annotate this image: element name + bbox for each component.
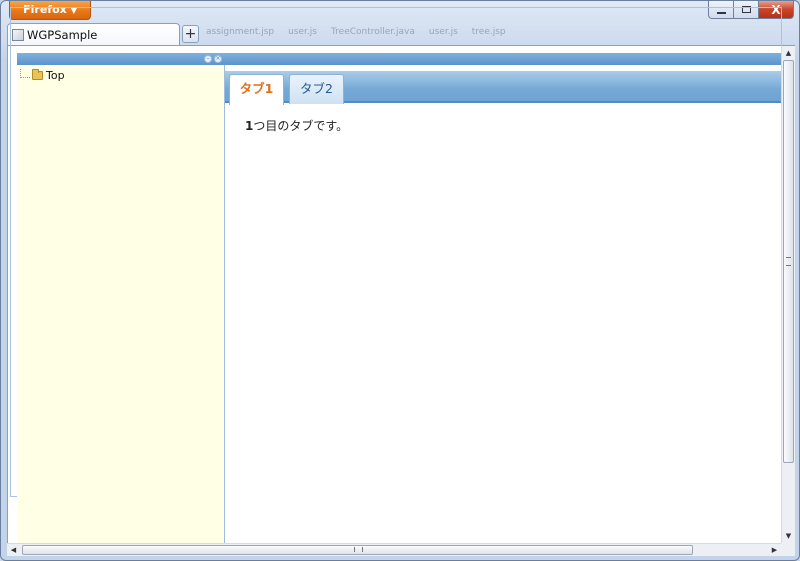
west-panel-header: – × [17,53,224,65]
scroll-left-icon[interactable]: ◀ [7,544,20,556]
center-panel-header [224,53,781,65]
vertical-scrollbar[interactable]: ▲ ▼ [781,46,795,543]
vertical-scroll-thumb[interactable] [783,60,794,463]
tab-panel: タブ1 タブ2 1つ目のタブです。 [225,65,781,543]
tab-1[interactable]: タブ1 [229,74,284,105]
scroll-up-icon[interactable]: ▲ [782,46,795,60]
tab-content: 1つ目のタブです。 [245,117,348,134]
collapse-icon[interactable]: – [204,55,212,63]
tree-connector [20,68,30,78]
browser-window: Firefox ▼ X WGPSample + assignment.jsp us… [0,0,800,561]
tree-node-top[interactable]: Top [20,68,65,82]
tab-2[interactable]: タブ2 [289,74,344,104]
tree-panel: Top [17,65,225,543]
tab-content-text: つ目のタブです。 [253,119,349,133]
tree-node-label: Top [46,68,65,82]
close-panel-icon[interactable]: × [214,55,222,63]
horizontal-scrollbar[interactable]: ◀ ▶ [7,543,781,556]
folder-icon [32,68,43,80]
tab-strip: タブ1 タブ2 [225,71,781,105]
grip-icon [354,547,363,552]
scroll-right-icon[interactable]: ▶ [768,544,781,556]
horizontal-scroll-thumb[interactable] [22,545,693,555]
scrollbar-corner [781,543,795,556]
scroll-down-icon[interactable]: ▼ [782,529,795,543]
grip-icon [786,257,791,266]
